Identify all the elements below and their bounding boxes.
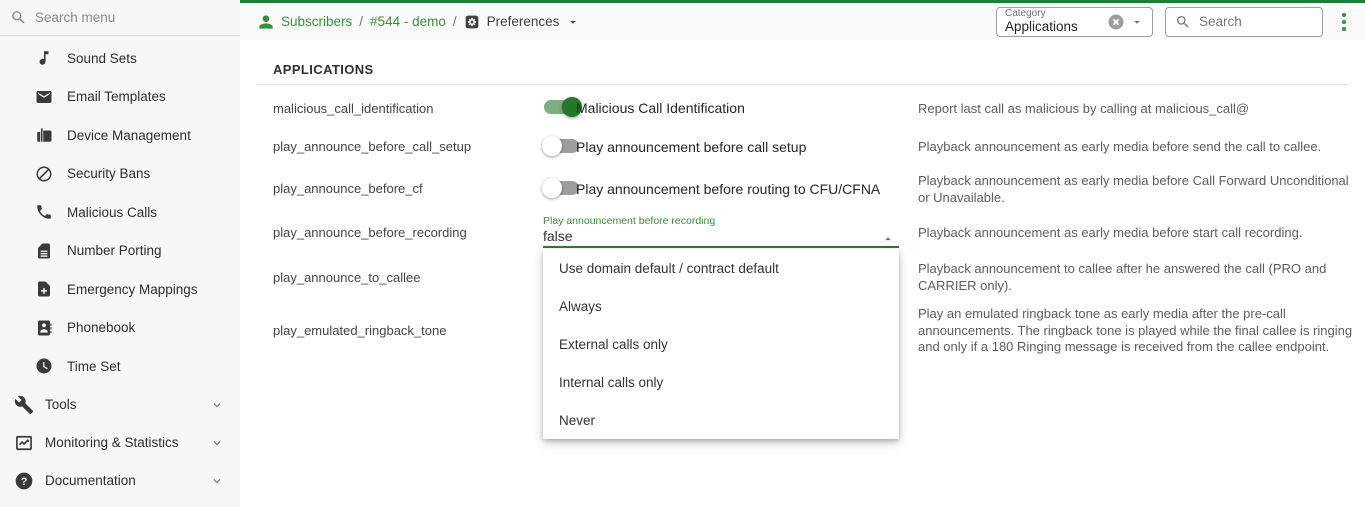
section-divider: [256, 84, 1349, 85]
sidebar-nav: Sound Sets Email Templates Device Manage…: [0, 36, 240, 500]
sidebar-section-label: Monitoring & Statistics: [45, 435, 179, 450]
dropdown-option[interactable]: External calls only: [543, 325, 899, 363]
sidebar-search[interactable]: [0, 0, 240, 36]
clock-icon: [35, 357, 53, 375]
chevron-down-icon: [210, 398, 224, 412]
pref-key: play_announce_before_call_setup: [273, 139, 472, 154]
toggle-label: Malicious Call Identification: [576, 100, 745, 116]
dropdown-option[interactable]: Use domain default / contract default: [543, 249, 899, 287]
breadcrumb-preferences[interactable]: Preferences: [487, 14, 560, 29]
toggle-label: Play announcement before call setup: [576, 139, 807, 155]
pref-key: play_announce_before_cf: [273, 181, 423, 196]
triangle-up-icon[interactable]: [881, 232, 895, 246]
sidebar-item-email-templates[interactable]: Email Templates: [0, 78, 240, 117]
pref-description: Report last call as malicious by calling…: [918, 101, 1250, 116]
toggle-label: Play announcement before routing to CFU/…: [576, 181, 881, 197]
sidebar-item-phonebook[interactable]: Phonebook: [0, 309, 240, 348]
sidebar-item-label: Device Management: [67, 127, 191, 143]
sidebar-item-label: Security Bans: [67, 166, 151, 182]
pref-description: Playback announcement as early media bef…: [918, 139, 1322, 154]
sidebar-item-label: Sound Sets: [67, 50, 137, 66]
select-field-label: Play announcement before recording: [543, 215, 716, 227]
app-window: Sound Sets Email Templates Device Manage…: [0, 0, 1365, 507]
category-select-value: Applications: [1005, 18, 1078, 34]
contact-book-icon: [35, 319, 53, 337]
triangle-down-icon[interactable]: [1130, 15, 1144, 29]
sidebar-item-time-set[interactable]: Time Set: [0, 347, 240, 386]
tools-icon: [14, 395, 34, 415]
sidebar-search-input[interactable]: [35, 10, 205, 25]
toolbar-search[interactable]: [1165, 6, 1323, 37]
sidebar-item-label: Malicious Calls: [67, 204, 158, 220]
phone-icon: [35, 203, 53, 221]
main-panel: Subscribers / #544 - demo / Preferences …: [240, 0, 1365, 507]
sidebar-item-emergency-mappings[interactable]: Emergency Mappings: [0, 270, 240, 309]
fax-device-icon: [35, 126, 53, 144]
breadcrumb-separator: /: [452, 14, 457, 29]
select-dropdown-menu: Use domain default / contract default Al…: [543, 249, 899, 439]
svg-text:?: ?: [21, 475, 28, 487]
person-icon: [258, 14, 274, 30]
triangle-down-icon[interactable]: [566, 15, 580, 29]
pref-key: play_announce_to_callee: [273, 270, 421, 285]
sidebar-section-tools[interactable]: Tools: [0, 386, 240, 424]
file-plus-icon: [35, 280, 53, 298]
breadcrumb-subscriber-id[interactable]: #544 - demo: [370, 14, 446, 29]
sidebar: Sound Sets Email Templates Device Manage…: [0, 0, 240, 507]
toolbar-search-input[interactable]: [1199, 14, 1309, 29]
pref-description: Playback announcement as early media bef…: [918, 225, 1303, 240]
pref-description: Play an emulated ringback tone as early …: [918, 306, 1353, 354]
sidebar-item-label: Emergency Mappings: [67, 281, 198, 297]
sidebar-item-label: Time Set: [67, 358, 121, 374]
sidebar-item-sound-sets[interactable]: Sound Sets: [0, 39, 240, 78]
sidebar-item-security-bans[interactable]: Security Bans: [0, 155, 240, 194]
sidebar-section-monitoring-statistics[interactable]: Monitoring & Statistics: [0, 424, 240, 462]
breadcrumb-separator: /: [359, 14, 364, 29]
envelope-icon: [35, 88, 53, 106]
sidebar-item-label: Email Templates: [67, 89, 166, 105]
dropdown-option[interactable]: Never: [543, 401, 899, 439]
category-select[interactable]: Category Applications: [996, 6, 1153, 37]
pref-key: play_announce_before_recording: [273, 225, 467, 240]
select-field-value: false: [543, 228, 573, 244]
chevron-down-icon: [210, 436, 224, 450]
sidebar-item-device-management[interactable]: Device Management: [0, 116, 240, 155]
sidebar-section-documentation[interactable]: ? Documentation: [0, 462, 240, 500]
block-icon: [35, 165, 53, 183]
sidebar-item-label: Phonebook: [67, 320, 136, 336]
settings-square-icon: [464, 14, 480, 30]
magnifier-icon: [1175, 14, 1191, 30]
dropdown-option[interactable]: Internal calls only: [543, 363, 899, 401]
dropdown-option[interactable]: Always: [543, 287, 899, 325]
sidebar-item-label: Number Porting: [67, 243, 162, 259]
sidebar-section-label: Tools: [45, 397, 77, 412]
chart-icon: [14, 433, 34, 453]
breadcrumb-subscribers[interactable]: Subscribers: [281, 14, 352, 29]
chevron-down-icon: [210, 474, 224, 488]
sidebar-item-malicious-calls[interactable]: Malicious Calls: [0, 193, 240, 232]
sim-card-icon: [35, 242, 53, 260]
clear-circle-icon[interactable]: [1107, 13, 1125, 31]
toggle-knob: [542, 178, 562, 198]
sidebar-section-label: Documentation: [45, 473, 136, 488]
pref-key: play_emulated_ringback_tone: [273, 323, 447, 338]
pref-description: Playback announcement as early media bef…: [918, 173, 1349, 205]
toggle-knob: [542, 136, 562, 156]
magnifier-icon: [10, 9, 27, 26]
select-play-announce-before-recording[interactable]: Play announcement before recording false: [543, 215, 899, 248]
kebab-menu-icon[interactable]: [1337, 9, 1351, 35]
top-toolbar: Subscribers / #544 - demo / Preferences …: [240, 3, 1365, 40]
help-circle-icon: ?: [14, 471, 34, 491]
breadcrumb: Subscribers / #544 - demo / Preferences: [258, 14, 580, 30]
sidebar-item-number-porting[interactable]: Number Porting: [0, 232, 240, 271]
pref-key: malicious_call_identification: [273, 101, 434, 116]
pref-description: Playback announcement to callee after he…: [918, 261, 1327, 293]
section-title: APPLICATIONS: [273, 62, 374, 77]
music-note-icon: [35, 49, 53, 67]
